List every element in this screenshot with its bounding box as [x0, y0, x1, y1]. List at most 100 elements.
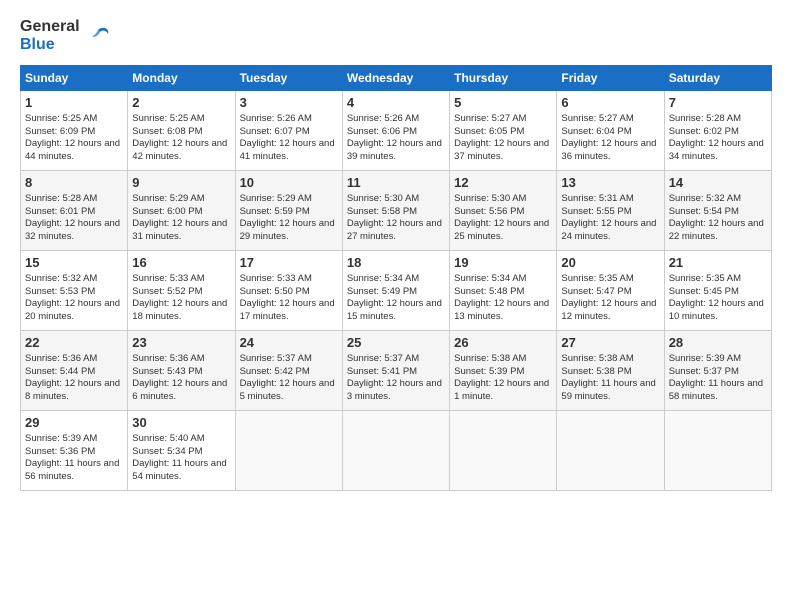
day-info: Sunrise: 5:36 AM Sunset: 5:43 PM Dayligh… [132, 353, 230, 404]
day-cell: 4Sunrise: 5:26 AM Sunset: 6:06 PM Daylig… [342, 91, 449, 171]
day-cell: 17Sunrise: 5:33 AM Sunset: 5:50 PM Dayli… [235, 251, 342, 331]
day-cell [235, 411, 342, 491]
col-header-thursday: Thursday [450, 66, 557, 91]
day-number: 18 [347, 254, 445, 272]
col-header-tuesday: Tuesday [235, 66, 342, 91]
col-header-wednesday: Wednesday [342, 66, 449, 91]
day-info: Sunrise: 5:32 AM Sunset: 5:53 PM Dayligh… [25, 273, 123, 324]
header: General Blue [20, 18, 772, 53]
day-number: 3 [240, 94, 338, 112]
day-cell: 2Sunrise: 5:25 AM Sunset: 6:08 PM Daylig… [128, 91, 235, 171]
day-info: Sunrise: 5:38 AM Sunset: 5:38 PM Dayligh… [561, 353, 659, 404]
day-number: 28 [669, 334, 767, 352]
day-info: Sunrise: 5:33 AM Sunset: 5:50 PM Dayligh… [240, 273, 338, 324]
day-info: Sunrise: 5:39 AM Sunset: 5:36 PM Dayligh… [25, 433, 123, 484]
day-number: 22 [25, 334, 123, 352]
day-number: 8 [25, 174, 123, 192]
col-header-friday: Friday [557, 66, 664, 91]
day-cell: 27Sunrise: 5:38 AM Sunset: 5:38 PM Dayli… [557, 331, 664, 411]
day-info: Sunrise: 5:30 AM Sunset: 5:56 PM Dayligh… [454, 193, 552, 244]
day-info: Sunrise: 5:31 AM Sunset: 5:55 PM Dayligh… [561, 193, 659, 244]
day-number: 25 [347, 334, 445, 352]
day-info: Sunrise: 5:26 AM Sunset: 6:07 PM Dayligh… [240, 113, 338, 164]
day-info: Sunrise: 5:27 AM Sunset: 6:05 PM Dayligh… [454, 113, 552, 164]
page: General Blue SundayMondayTuesdayWednesda… [0, 0, 792, 501]
day-info: Sunrise: 5:37 AM Sunset: 5:41 PM Dayligh… [347, 353, 445, 404]
day-number: 13 [561, 174, 659, 192]
day-info: Sunrise: 5:40 AM Sunset: 5:34 PM Dayligh… [132, 433, 230, 484]
day-info: Sunrise: 5:29 AM Sunset: 6:00 PM Dayligh… [132, 193, 230, 244]
day-cell: 22Sunrise: 5:36 AM Sunset: 5:44 PM Dayli… [21, 331, 128, 411]
logo: General Blue [20, 18, 112, 53]
day-cell: 16Sunrise: 5:33 AM Sunset: 5:52 PM Dayli… [128, 251, 235, 331]
week-row-4: 22Sunrise: 5:36 AM Sunset: 5:44 PM Dayli… [21, 331, 772, 411]
day-cell: 11Sunrise: 5:30 AM Sunset: 5:58 PM Dayli… [342, 171, 449, 251]
day-number: 4 [347, 94, 445, 112]
logo-bird-icon [84, 22, 112, 50]
day-cell: 18Sunrise: 5:34 AM Sunset: 5:49 PM Dayli… [342, 251, 449, 331]
day-cell: 21Sunrise: 5:35 AM Sunset: 5:45 PM Dayli… [664, 251, 771, 331]
day-number: 17 [240, 254, 338, 272]
day-info: Sunrise: 5:35 AM Sunset: 5:47 PM Dayligh… [561, 273, 659, 324]
day-cell: 19Sunrise: 5:34 AM Sunset: 5:48 PM Dayli… [450, 251, 557, 331]
day-cell: 12Sunrise: 5:30 AM Sunset: 5:56 PM Dayli… [450, 171, 557, 251]
day-cell: 1Sunrise: 5:25 AM Sunset: 6:09 PM Daylig… [21, 91, 128, 171]
day-number: 9 [132, 174, 230, 192]
week-row-1: 1Sunrise: 5:25 AM Sunset: 6:09 PM Daylig… [21, 91, 772, 171]
header-row: SundayMondayTuesdayWednesdayThursdayFrid… [21, 66, 772, 91]
day-info: Sunrise: 5:30 AM Sunset: 5:58 PM Dayligh… [347, 193, 445, 244]
day-number: 29 [25, 414, 123, 432]
day-number: 27 [561, 334, 659, 352]
day-info: Sunrise: 5:28 AM Sunset: 6:01 PM Dayligh… [25, 193, 123, 244]
day-cell: 28Sunrise: 5:39 AM Sunset: 5:37 PM Dayli… [664, 331, 771, 411]
day-cell [664, 411, 771, 491]
day-number: 24 [240, 334, 338, 352]
day-cell: 14Sunrise: 5:32 AM Sunset: 5:54 PM Dayli… [664, 171, 771, 251]
week-row-2: 8Sunrise: 5:28 AM Sunset: 6:01 PM Daylig… [21, 171, 772, 251]
day-info: Sunrise: 5:34 AM Sunset: 5:49 PM Dayligh… [347, 273, 445, 324]
logo-text: General Blue [20, 18, 80, 53]
day-cell [342, 411, 449, 491]
day-number: 14 [669, 174, 767, 192]
day-number: 16 [132, 254, 230, 272]
day-number: 2 [132, 94, 230, 112]
day-info: Sunrise: 5:39 AM Sunset: 5:37 PM Dayligh… [669, 353, 767, 404]
day-cell: 5Sunrise: 5:27 AM Sunset: 6:05 PM Daylig… [450, 91, 557, 171]
day-cell: 25Sunrise: 5:37 AM Sunset: 5:41 PM Dayli… [342, 331, 449, 411]
day-info: Sunrise: 5:37 AM Sunset: 5:42 PM Dayligh… [240, 353, 338, 404]
day-cell: 8Sunrise: 5:28 AM Sunset: 6:01 PM Daylig… [21, 171, 128, 251]
day-number: 30 [132, 414, 230, 432]
day-info: Sunrise: 5:28 AM Sunset: 6:02 PM Dayligh… [669, 113, 767, 164]
week-row-5: 29Sunrise: 5:39 AM Sunset: 5:36 PM Dayli… [21, 411, 772, 491]
day-cell: 15Sunrise: 5:32 AM Sunset: 5:53 PM Dayli… [21, 251, 128, 331]
day-info: Sunrise: 5:34 AM Sunset: 5:48 PM Dayligh… [454, 273, 552, 324]
day-number: 7 [669, 94, 767, 112]
day-info: Sunrise: 5:25 AM Sunset: 6:09 PM Dayligh… [25, 113, 123, 164]
day-cell: 29Sunrise: 5:39 AM Sunset: 5:36 PM Dayli… [21, 411, 128, 491]
day-info: Sunrise: 5:25 AM Sunset: 6:08 PM Dayligh… [132, 113, 230, 164]
day-cell: 7Sunrise: 5:28 AM Sunset: 6:02 PM Daylig… [664, 91, 771, 171]
day-info: Sunrise: 5:36 AM Sunset: 5:44 PM Dayligh… [25, 353, 123, 404]
col-header-sunday: Sunday [21, 66, 128, 91]
day-number: 15 [25, 254, 123, 272]
day-cell: 9Sunrise: 5:29 AM Sunset: 6:00 PM Daylig… [128, 171, 235, 251]
day-number: 21 [669, 254, 767, 272]
day-info: Sunrise: 5:27 AM Sunset: 6:04 PM Dayligh… [561, 113, 659, 164]
day-cell [450, 411, 557, 491]
day-cell: 13Sunrise: 5:31 AM Sunset: 5:55 PM Dayli… [557, 171, 664, 251]
day-info: Sunrise: 5:26 AM Sunset: 6:06 PM Dayligh… [347, 113, 445, 164]
day-number: 10 [240, 174, 338, 192]
day-info: Sunrise: 5:32 AM Sunset: 5:54 PM Dayligh… [669, 193, 767, 244]
day-info: Sunrise: 5:35 AM Sunset: 5:45 PM Dayligh… [669, 273, 767, 324]
day-number: 1 [25, 94, 123, 112]
day-cell: 23Sunrise: 5:36 AM Sunset: 5:43 PM Dayli… [128, 331, 235, 411]
day-cell: 10Sunrise: 5:29 AM Sunset: 5:59 PM Dayli… [235, 171, 342, 251]
day-info: Sunrise: 5:33 AM Sunset: 5:52 PM Dayligh… [132, 273, 230, 324]
calendar-table: SundayMondayTuesdayWednesdayThursdayFrid… [20, 65, 772, 491]
day-cell [557, 411, 664, 491]
day-cell: 26Sunrise: 5:38 AM Sunset: 5:39 PM Dayli… [450, 331, 557, 411]
day-number: 5 [454, 94, 552, 112]
day-number: 26 [454, 334, 552, 352]
day-number: 19 [454, 254, 552, 272]
day-cell: 20Sunrise: 5:35 AM Sunset: 5:47 PM Dayli… [557, 251, 664, 331]
